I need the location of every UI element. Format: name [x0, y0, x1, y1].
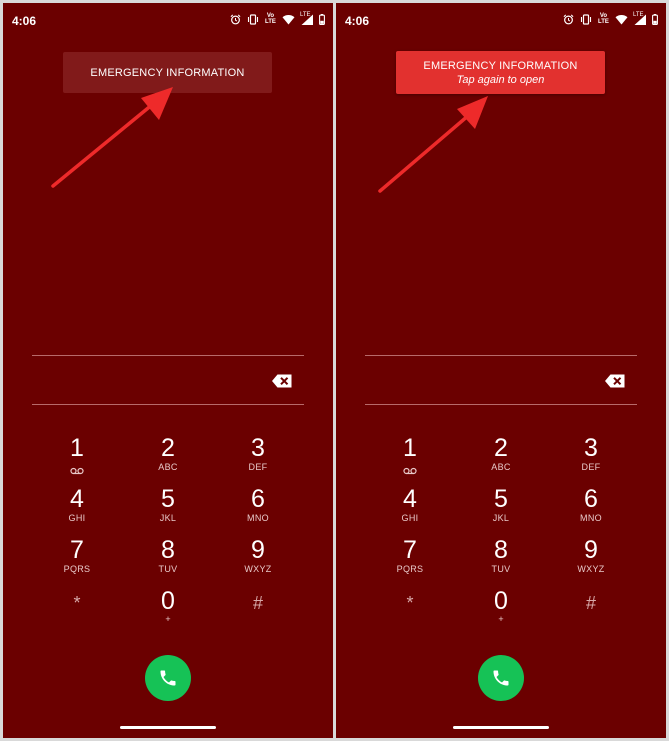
key-letters: WXYZ — [244, 564, 272, 574]
key-digit: # — [585, 593, 596, 613]
dialer-screen-right: 4:06 Vo LTE LTE EMERGENCY INFORMATION Ta… — [336, 3, 666, 738]
input-divider-top — [365, 355, 637, 356]
keypad-key-2[interactable]: 2 ABC — [138, 435, 198, 483]
keypad-key-9[interactable]: 9 WXYZ — [561, 537, 621, 585]
key-letters: ABC — [158, 462, 178, 472]
keypad-key-0[interactable]: 0 + — [138, 588, 198, 636]
keypad-key-8[interactable]: 8 TUV — [138, 537, 198, 585]
key-digit: 4 — [70, 485, 84, 513]
keypad-key-star[interactable]: * — [380, 590, 440, 638]
key-digit: 8 — [161, 536, 175, 564]
key-digit: 7 — [403, 536, 417, 564]
key-digit: * — [73, 593, 81, 613]
input-divider-bottom — [32, 404, 304, 405]
home-indicator[interactable] — [120, 726, 216, 729]
keypad-key-8[interactable]: 8 TUV — [471, 537, 531, 585]
keypad-key-6[interactable]: 6 MNO — [228, 486, 288, 534]
keypad-key-4[interactable]: 4 GHI — [47, 486, 107, 534]
key-digit: 6 — [584, 485, 598, 513]
keypad-key-7[interactable]: 7 PQRS — [380, 537, 440, 585]
backspace-button[interactable] — [271, 373, 293, 389]
home-indicator[interactable] — [453, 726, 549, 729]
key-digit: # — [252, 593, 263, 613]
key-letters: GHI — [68, 513, 86, 523]
key-digit: 9 — [251, 536, 265, 564]
key-letters: JKL — [492, 513, 510, 523]
key-digit: 0 — [161, 587, 175, 615]
key-letters: ABC — [491, 462, 511, 472]
key-letters: DEF — [248, 462, 268, 472]
keypad-key-star[interactable]: * — [47, 590, 107, 638]
key-letters: + — [165, 614, 171, 624]
keypad-key-1[interactable]: 1 — [380, 435, 440, 483]
key-letters: GHI — [401, 513, 419, 523]
phone-icon — [493, 670, 509, 686]
key-letters: MNO — [580, 513, 602, 523]
key-digit: * — [406, 593, 414, 613]
keypad-key-0[interactable]: 0 + — [471, 588, 531, 636]
call-button[interactable] — [478, 655, 524, 701]
keypad-key-3[interactable]: 3 DEF — [228, 435, 288, 483]
key-letters: WXYZ — [577, 564, 605, 574]
key-digit: 1 — [403, 434, 417, 462]
key-digit: 1 — [70, 434, 84, 462]
keypad-key-6[interactable]: 6 MNO — [561, 486, 621, 534]
key-digit: 0 — [494, 587, 508, 615]
key-letters: MNO — [247, 513, 269, 523]
key-digit: 5 — [161, 485, 175, 513]
key-letters: PQRS — [63, 564, 91, 574]
key-digit: 8 — [494, 536, 508, 564]
keypad-key-1[interactable]: 1 — [47, 435, 107, 483]
keypad-key-5[interactable]: 5 JKL — [471, 486, 531, 534]
keypad-key-9[interactable]: 9 WXYZ — [228, 537, 288, 585]
keypad-key-5[interactable]: 5 JKL — [138, 486, 198, 534]
annotation-arrow — [378, 96, 488, 193]
key-digit: 7 — [70, 536, 84, 564]
key-letters: DEF — [581, 462, 601, 472]
keypad-key-hash[interactable]: # — [228, 590, 288, 638]
voicemail-icon — [380, 462, 440, 475]
dialer-screen-left: 4:06 Vo LTE LTE EMERGENCY INFORMATION 1 … — [3, 3, 333, 738]
input-divider-top — [32, 355, 304, 356]
keypad-key-2[interactable]: 2 ABC — [471, 435, 531, 483]
phone-icon — [160, 670, 176, 686]
backspace-icon — [272, 374, 292, 388]
keypad-key-3[interactable]: 3 DEF — [561, 435, 621, 483]
backspace-icon — [605, 374, 625, 388]
key-letters: PQRS — [396, 564, 424, 574]
key-digit: 4 — [403, 485, 417, 513]
key-digit: 5 — [494, 485, 508, 513]
backspace-button[interactable] — [604, 373, 626, 389]
call-button[interactable] — [145, 655, 191, 701]
key-digit: 3 — [584, 434, 598, 462]
key-digit: 2 — [494, 434, 508, 462]
keypad-key-7[interactable]: 7 PQRS — [47, 537, 107, 585]
keypad-key-hash[interactable]: # — [561, 590, 621, 638]
keypad-key-4[interactable]: 4 GHI — [380, 486, 440, 534]
annotation-arrow — [51, 87, 173, 188]
key-letters: + — [498, 614, 504, 624]
key-digit: 3 — [251, 434, 265, 462]
voicemail-icon — [47, 462, 107, 475]
key-letters: TUV — [158, 564, 178, 574]
key-letters: JKL — [159, 513, 177, 523]
input-divider-bottom — [365, 404, 637, 405]
key-digit: 2 — [161, 434, 175, 462]
key-digit: 6 — [251, 485, 265, 513]
key-letters: TUV — [491, 564, 511, 574]
key-digit: 9 — [584, 536, 598, 564]
